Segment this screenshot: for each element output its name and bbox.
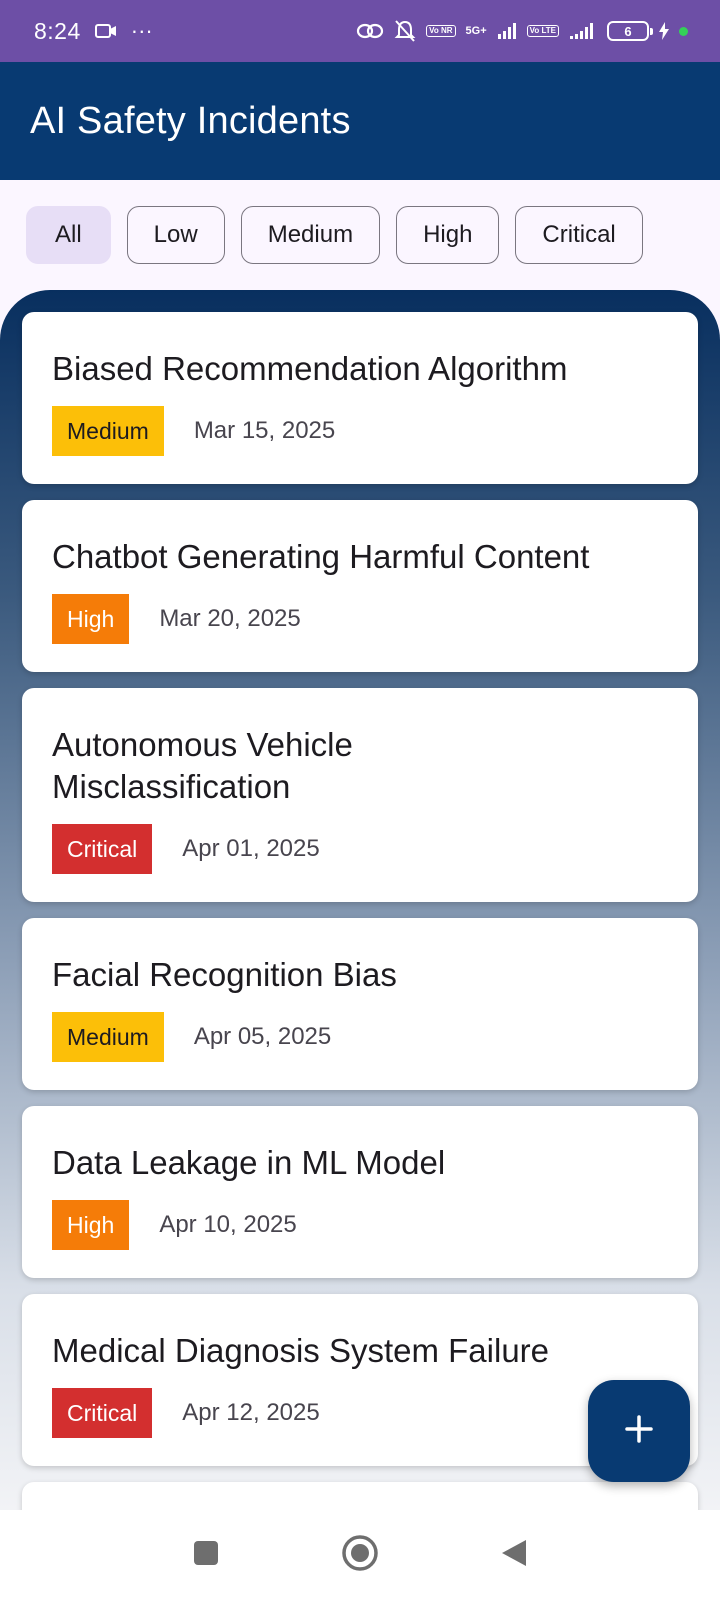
square-icon bbox=[192, 1539, 220, 1572]
signal-icon bbox=[497, 22, 517, 40]
battery-icon: 6 bbox=[607, 21, 653, 41]
incident-date: Mar 20, 2025 bbox=[159, 605, 301, 632]
incident-title: Data Leakage in ML Model bbox=[52, 1144, 446, 1181]
severity-badge: Critical bbox=[52, 824, 153, 874]
back-triangle-icon bbox=[500, 1538, 528, 1573]
bell-off-icon bbox=[394, 19, 416, 43]
filter-chip-low[interactable]: Low bbox=[126, 206, 225, 264]
severity-badge: Critical bbox=[52, 1388, 153, 1438]
privacy-indicator-dot bbox=[679, 26, 688, 36]
recent-apps-button[interactable] bbox=[184, 1533, 228, 1577]
incident-title: Autonomous Vehicle Misclassification bbox=[52, 726, 353, 805]
app-bar: AI Safety Incidents bbox=[0, 62, 720, 180]
incident-date: Apr 10, 2025 bbox=[159, 1211, 297, 1238]
severity-filter-chips: All Low Medium High Critical bbox=[26, 206, 643, 264]
filter-chip-critical[interactable]: Critical bbox=[515, 206, 643, 264]
status-time: 8:24 bbox=[34, 17, 81, 44]
severity-badge: High bbox=[52, 594, 130, 644]
incident-title: Facial Recognition Bias bbox=[52, 956, 397, 993]
volte-badge: Vo LTE bbox=[526, 25, 559, 37]
home-button[interactable] bbox=[338, 1533, 382, 1577]
page-title: AI Safety Incidents bbox=[30, 99, 351, 142]
home-circle-icon bbox=[341, 1534, 379, 1577]
vonr-badge: Vo NR bbox=[426, 25, 456, 37]
status-bar: 8:24 ··· Vo NR 5G+ Vo LTE 6 bbox=[0, 0, 720, 62]
severity-badge: High bbox=[52, 1200, 130, 1250]
filter-chip-high[interactable]: High bbox=[396, 206, 500, 264]
back-button[interactable] bbox=[492, 1533, 536, 1577]
plus-icon bbox=[624, 1414, 654, 1449]
filter-chip-all[interactable]: All bbox=[26, 206, 111, 264]
battery-level: 6 bbox=[624, 23, 632, 39]
incident-card[interactable]: Facial Recognition Bias Medium Apr 05, 2… bbox=[22, 918, 698, 1090]
network-type: 5G+ bbox=[465, 25, 487, 37]
incident-title: Medical Diagnosis System Failure bbox=[52, 1332, 550, 1369]
add-incident-button[interactable] bbox=[588, 1380, 690, 1482]
signal-icon-2 bbox=[569, 22, 597, 40]
incident-card[interactable]: Chatbot Generating Harmful Content High … bbox=[22, 500, 698, 672]
incident-title: Chatbot Generating Harmful Content bbox=[52, 538, 590, 575]
incident-date: Apr 12, 2025 bbox=[182, 1399, 320, 1426]
incident-card[interactable]: Biased Recommendation Algorithm Medium M… bbox=[22, 312, 698, 484]
video-camera-icon bbox=[94, 23, 117, 39]
system-navigation-bar bbox=[0, 1510, 720, 1600]
incident-card[interactable]: Autonomous Vehicle Misclassification Cri… bbox=[22, 688, 698, 902]
severity-badge: Medium bbox=[52, 1012, 164, 1062]
link-icon bbox=[356, 21, 384, 41]
incident-title: Biased Recommendation Algorithm bbox=[52, 350, 568, 387]
incident-card[interactable]: Data Leakage in ML Model High Apr 10, 20… bbox=[22, 1106, 698, 1278]
incident-date: Apr 01, 2025 bbox=[182, 835, 320, 862]
incident-list: Biased Recommendation Algorithm Medium M… bbox=[22, 312, 698, 1538]
incident-date: Apr 05, 2025 bbox=[193, 1023, 332, 1050]
incident-date: Mar 15, 2025 bbox=[193, 417, 336, 444]
charging-icon bbox=[659, 22, 669, 40]
more-notifications-icon: ··· bbox=[130, 18, 153, 43]
severity-badge: Medium bbox=[52, 406, 164, 456]
filter-chip-medium[interactable]: Medium bbox=[240, 206, 381, 264]
